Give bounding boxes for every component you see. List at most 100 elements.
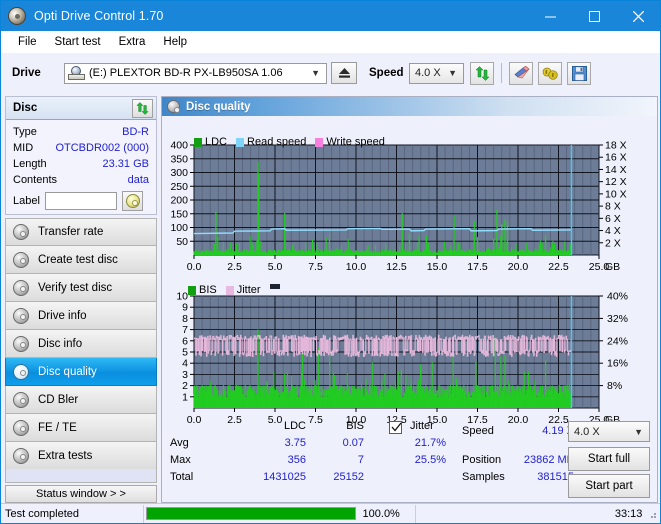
bottom-chart-canvas: 123456789108%16%24%32%40%0.0 2.5 5.0 7.5 10.… [176, 291, 628, 427]
disc-icon [13, 307, 29, 324]
app-window: Opti Drive Control 1.70 File Start test … [0, 0, 661, 524]
stats-avg-bis: 0.07 [342, 437, 364, 449]
svg-text:17.5: 17.5 [467, 261, 488, 273]
sidebar-item-extra-tests[interactable]: Extra tests [5, 442, 157, 470]
svg-text:400: 400 [170, 140, 188, 152]
sidebar-item-disc-quality[interactable]: Disc quality [5, 358, 157, 386]
erase-button[interactable] [509, 61, 533, 85]
start-full-button[interactable]: Start full [568, 447, 650, 471]
svg-text:8%: 8% [607, 380, 622, 392]
svg-text:16 X: 16 X [605, 152, 627, 164]
plug-button[interactable] [538, 61, 562, 85]
top-chart-canvas: 501001502002503003504002 X4 X6 X8 X10 X1… [170, 140, 627, 274]
maximize-button[interactable] [572, 1, 616, 31]
sidebar-item-verify-test-disc[interactable]: Verify test disc [5, 274, 157, 302]
legend-jitter-label: Jitter [236, 284, 261, 296]
window-title: Opti Drive Control 1.70 [34, 9, 164, 23]
top-chart-legend: LDC Read speed Write speed [194, 136, 390, 148]
speed-select[interactable]: 4.0 X ▼ [409, 62, 464, 84]
drive-toolbar: Drive (E:) PLEXTOR BD-R PX-LB950SA 1.06 … [1, 53, 660, 93]
position-stat-key: Position [462, 454, 502, 466]
drive-select[interactable]: (E:) PLEXTOR BD-R PX-LB950SA 1.06 ▼ [64, 62, 327, 84]
stats-max-bis: 7 [357, 454, 364, 466]
sidebar-item-label: Drive info [38, 309, 87, 322]
stats-panel: LDC BIS Jitter Avg 3.75 0.07 21.7% Max 3… [162, 419, 657, 502]
disc-row-type-value: BD-R [122, 126, 149, 138]
svg-text:8 X: 8 X [605, 201, 621, 213]
toolbar-separator [501, 63, 502, 83]
test-speed-select-value: 4.0 X [574, 425, 600, 438]
disc-label-row: Label [13, 191, 149, 211]
status-message: Test completed [5, 507, 79, 520]
svg-text:22.5: 22.5 [548, 261, 569, 273]
disc-row-contents: Contents data [13, 172, 149, 188]
status-window-button[interactable]: Status window > > [5, 485, 157, 503]
sidebar-item-disc-info[interactable]: Disc info [5, 330, 157, 358]
eject-button[interactable] [331, 62, 357, 84]
stats-max-jitter: 25.5% [414, 454, 446, 466]
legend-bis: BIS [188, 284, 217, 296]
svg-text:14 X: 14 X [605, 164, 627, 176]
sidebar-filler [5, 469, 157, 483]
svg-text:2 X: 2 X [605, 237, 621, 249]
legend-bis-label: BIS [199, 284, 217, 296]
resize-grip[interactable] [646, 508, 658, 520]
disc-row-contents-value: data [127, 174, 149, 186]
progress-bar-fill [147, 508, 355, 519]
speed-stat-value: 4.19 X [542, 425, 574, 437]
svg-text:10 X: 10 X [605, 188, 627, 200]
menu-item-help[interactable]: Help [154, 34, 196, 50]
svg-text:12.5: 12.5 [386, 261, 407, 273]
menu-item-extra[interactable]: Extra [110, 34, 155, 50]
svg-text:12 X: 12 X [605, 176, 627, 188]
speed-stat-key: Speed [462, 425, 494, 437]
svg-text:40%: 40% [607, 291, 628, 303]
svg-text:10: 10 [176, 291, 188, 303]
start-part-label: Start part [585, 480, 633, 492]
legend-read-speed: Read speed [236, 136, 306, 148]
minimize-button[interactable] [528, 1, 572, 31]
app-disc-icon [8, 7, 26, 25]
disc-label-input[interactable] [45, 192, 117, 210]
sidebar: Transfer rate Create test disc Verify te… [5, 218, 157, 470]
disc-row-type: Type BD-R [13, 124, 149, 140]
svg-text:150: 150 [170, 208, 188, 220]
svg-text:2.5: 2.5 [227, 261, 242, 273]
test-speed-select[interactable]: 4.0 X ▼ [568, 421, 650, 442]
disc-panel-header: Disc [6, 97, 156, 120]
stats-row-total-key: Total [170, 471, 194, 483]
sidebar-item-fe-te[interactable]: FE / TE [5, 414, 157, 442]
page-title: Disc quality [186, 100, 251, 113]
disc-label-button[interactable] [122, 191, 143, 211]
disc-refresh-button[interactable] [132, 98, 153, 118]
samples-stat-value: 381515 [537, 471, 574, 483]
close-button[interactable] [616, 1, 660, 31]
status-window-label: Status window > > [36, 488, 126, 500]
refresh-button[interactable] [470, 61, 494, 85]
disc-icon [13, 251, 29, 268]
start-part-button[interactable]: Start part [568, 474, 650, 498]
speed-label: Speed [369, 67, 404, 79]
menu-item-file[interactable]: File [9, 34, 46, 50]
drive-label: Drive [12, 67, 41, 79]
svg-text:5.0: 5.0 [268, 261, 283, 273]
status-divider [142, 504, 144, 523]
sidebar-item-create-test-disc[interactable]: Create test disc [5, 246, 157, 274]
disc-icon [13, 391, 29, 408]
disc-row-contents-key: Contents [13, 174, 58, 186]
disc-row-type-key: Type [13, 126, 37, 138]
save-button[interactable] [567, 61, 591, 85]
sidebar-item-transfer-rate[interactable]: Transfer rate [5, 218, 157, 246]
chevron-down-icon: ▼ [311, 68, 320, 78]
stats-col-bis: BIS [346, 420, 364, 432]
sidebar-item-cd-bler[interactable]: CD Bler [5, 386, 157, 414]
svg-text:16%: 16% [607, 358, 628, 370]
sidebar-item-label: Create test disc [38, 253, 118, 266]
disc-icon [167, 100, 180, 113]
position-stat-value: 23862 MB [523, 454, 574, 466]
sidebar-item-drive-info[interactable]: Drive info [5, 302, 157, 330]
jitter-checkbox[interactable] [389, 421, 402, 434]
svg-text:2: 2 [182, 380, 188, 392]
menu-item-start-test[interactable]: Start test [46, 34, 110, 50]
sidebar-item-label: CD Bler [38, 393, 79, 406]
